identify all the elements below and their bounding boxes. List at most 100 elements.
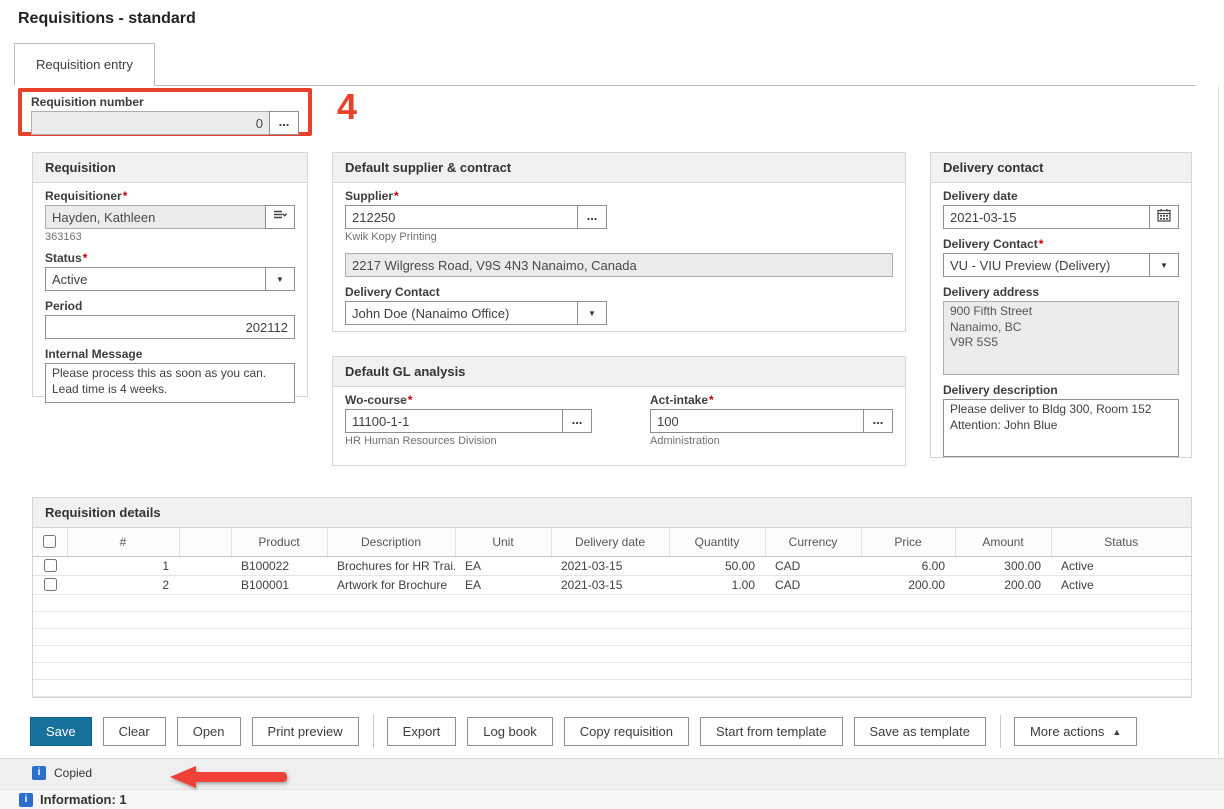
delivery-contact-dropdown-button[interactable]: ▼ [1149, 253, 1179, 277]
requisition-panel-title: Requisition [33, 153, 307, 183]
caret-down-icon: ▼ [1160, 261, 1168, 270]
column-header-delivery-date: Delivery date [551, 528, 669, 556]
column-header-amount: Amount [955, 528, 1051, 556]
requisitions-page: Requisitions - standard Requisition entr… [0, 0, 1224, 809]
delivery-description-textarea[interactable]: Please deliver to Bldg 300, Room 152 Att… [943, 399, 1179, 457]
row-select-checkbox[interactable] [44, 559, 57, 572]
requisitioner-id-helper: 363163 [45, 231, 295, 243]
supplier-contract-panel: Default supplier & contract Supplier* ..… [332, 152, 906, 332]
delivery-description-label: Delivery description [943, 383, 1179, 397]
cell-quantity: 1.00 [669, 575, 765, 594]
info-icon: i [32, 766, 46, 780]
requisition-details-title: Requisition details [33, 498, 1191, 528]
delivery-address-label: Delivery address [943, 285, 1179, 299]
empty-table-row [33, 594, 1191, 611]
delivery-contact-input[interactable] [943, 253, 1150, 277]
copy-requisition-button[interactable]: Copy requisition [564, 717, 689, 746]
cell-delivery-date: 2021-03-15 [551, 575, 669, 594]
supplier-delivery-contact-input[interactable] [345, 301, 578, 325]
cell-blank [179, 556, 231, 575]
more-actions-button[interactable]: More actions▲ [1014, 717, 1137, 746]
cell-currency: CAD [765, 556, 861, 575]
delivery-date-input[interactable] [943, 205, 1150, 229]
table-header-row: # Product Description Unit Delivery date… [33, 528, 1191, 556]
internal-message-label: Internal Message [45, 347, 295, 361]
status-dropdown-button[interactable]: ▼ [265, 267, 295, 291]
cell-blank [179, 575, 231, 594]
export-button[interactable]: Export [387, 717, 457, 746]
cell-num: 2 [67, 575, 179, 594]
table-row[interactable]: 1 B100022 Brochures for HR Trai... EA 20… [33, 556, 1191, 575]
save-button[interactable]: Save [30, 717, 92, 746]
column-header-quantity: Quantity [669, 528, 765, 556]
column-header-price: Price [861, 528, 955, 556]
empty-table-row [33, 662, 1191, 679]
start-from-template-button[interactable]: Start from template [700, 717, 843, 746]
caret-up-icon: ▲ [1112, 727, 1121, 737]
period-input[interactable] [45, 315, 295, 339]
delivery-contact-panel: Delivery contact Delivery date Delivery … [930, 152, 1192, 458]
delivery-contact-label: Delivery Contact* [943, 237, 1179, 251]
content-right-border [1218, 86, 1219, 758]
info-icon: i [19, 793, 33, 807]
clear-button[interactable]: Clear [103, 717, 166, 746]
requisition-number-label: Requisition number [31, 95, 308, 109]
select-all-checkbox[interactable] [43, 535, 56, 548]
ellipsis-icon: ... [572, 412, 583, 427]
table-row[interactable]: 2 B100001 Artwork for Brochure EA 2021-0… [33, 575, 1191, 594]
wo-course-helper: HR Human Resources Division [345, 435, 592, 447]
cell-num: 1 [67, 556, 179, 575]
requisitioner-list-button[interactable] [265, 205, 295, 229]
information-status-band[interactable]: iInformation: 1 [0, 789, 1224, 809]
act-intake-input[interactable] [650, 409, 864, 433]
period-label: Period [45, 299, 295, 313]
column-header-status: Status [1051, 528, 1191, 556]
internal-message-textarea[interactable]: Please process this as soon as you can. … [45, 363, 295, 403]
required-marker: * [1039, 237, 1044, 251]
supplier-lookup-button[interactable]: ... [577, 205, 607, 229]
delivery-date-calendar-button[interactable] [1149, 205, 1179, 229]
delivery-address-textarea: 900 Fifth Street Nanaimo, BC V9R 5S5 [943, 301, 1179, 375]
act-intake-lookup-button[interactable]: ... [863, 409, 893, 433]
annotation-arrow [170, 766, 290, 788]
requisition-number-input[interactable] [31, 111, 270, 135]
supplier-address-input [345, 253, 893, 277]
delivery-contact-panel-title: Delivery contact [931, 153, 1191, 183]
empty-table-row [33, 679, 1191, 696]
empty-table-row [33, 611, 1191, 628]
requisitioner-input[interactable] [45, 205, 266, 229]
open-button[interactable]: Open [177, 717, 241, 746]
ellipsis-icon: ... [587, 208, 598, 223]
tab-requisition-entry[interactable]: Requisition entry [14, 43, 155, 86]
column-header-product: Product [231, 528, 327, 556]
cell-quantity: 50.00 [669, 556, 765, 575]
calendar-icon [1157, 208, 1171, 222]
gl-analysis-panel: Default GL analysis Wo-course* ... HR Hu… [332, 356, 906, 466]
cell-delivery-date: 2021-03-15 [551, 556, 669, 575]
column-header-unit: Unit [455, 528, 551, 556]
save-as-template-button[interactable]: Save as template [854, 717, 986, 746]
button-group-divider [373, 715, 374, 748]
requisition-panel: Requisition Requisitioner* 363163 Status… [32, 152, 308, 397]
ellipsis-icon: ... [279, 114, 290, 129]
row-select-checkbox[interactable] [44, 578, 57, 591]
button-group-divider [1000, 715, 1001, 748]
supplier-delivery-contact-dropdown-button[interactable]: ▼ [577, 301, 607, 325]
action-bar: Save Clear Open Print preview Export Log… [0, 698, 1224, 758]
delivery-date-label: Delivery date [943, 189, 1179, 203]
cell-price: 200.00 [861, 575, 955, 594]
requisition-number-lookup-button[interactable]: ... [269, 111, 299, 135]
copied-status-text: Copied [54, 766, 92, 780]
arrow-shaft [194, 772, 287, 782]
supplier-input[interactable] [345, 205, 578, 229]
list-dropdown-icon [273, 208, 288, 222]
wo-course-lookup-button[interactable]: ... [562, 409, 592, 433]
column-header-description: Description [327, 528, 455, 556]
act-intake-helper: Administration [650, 435, 893, 447]
column-header-num: # [67, 528, 179, 556]
wo-course-input[interactable] [345, 409, 563, 433]
log-book-button[interactable]: Log book [467, 717, 553, 746]
print-preview-button[interactable]: Print preview [252, 717, 359, 746]
cell-description: Artwork for Brochure [327, 575, 455, 594]
status-input[interactable] [45, 267, 266, 291]
